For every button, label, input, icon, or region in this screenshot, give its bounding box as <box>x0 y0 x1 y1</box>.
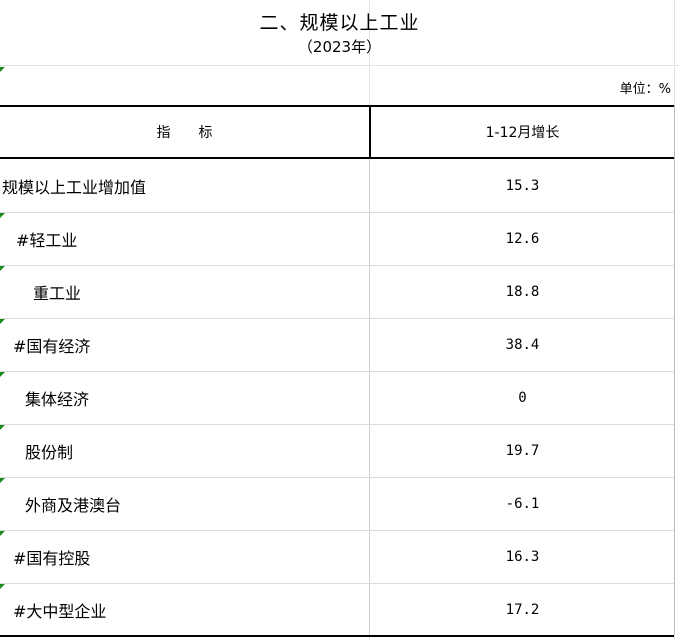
row-value: 15.3 <box>505 177 540 194</box>
row-label: 重工业 <box>33 283 82 303</box>
header-indicator: 指 标 <box>156 124 213 141</box>
row-value: 19.7 <box>505 442 540 459</box>
unit-label: 单位：% <box>619 82 671 97</box>
row-label: 外商及港澳台 <box>25 495 122 515</box>
row-value: 38.4 <box>505 336 540 353</box>
table-row: #大中型企业 17.2 <box>0 583 674 636</box>
row-value: 17.2 <box>505 601 540 618</box>
row-value: 12.6 <box>505 230 540 247</box>
table-row: #国有经济 38.4 <box>0 318 674 371</box>
grid-line <box>0 65 679 66</box>
table-row: 外商及港澳台 -6.1 <box>0 477 674 530</box>
page-subtitle: （2023年） <box>297 38 382 56</box>
table-row: 规模以上工业增加值 15.3 <box>0 159 674 212</box>
table-bottom-rule <box>0 635 674 637</box>
row-label: 集体经济 <box>25 389 90 409</box>
row-label: #大中型企业 <box>13 601 107 621</box>
header-growth: 1-12月增长 <box>485 124 560 141</box>
row-value: 0 <box>518 389 527 406</box>
table-right-edge <box>674 105 675 635</box>
table-body: 规模以上工业增加值 15.3 #轻工业 12.6 重工业 18.8 #国有经济 … <box>0 159 674 637</box>
table-row: 重工业 18.8 <box>0 265 674 318</box>
row-label: #国有控股 <box>13 548 91 568</box>
row-label: 规模以上工业增加值 <box>2 177 147 197</box>
table-row: 股份制 19.7 <box>0 424 674 477</box>
page-title: 二、规模以上工业 <box>259 12 420 34</box>
table-row: #国有控股 16.3 <box>0 530 674 583</box>
row-value: 16.3 <box>505 548 540 565</box>
row-label: #轻工业 <box>16 230 78 250</box>
cell-marker <box>0 67 5 72</box>
row-label: 股份制 <box>25 442 74 462</box>
row-value: 18.8 <box>505 283 540 300</box>
table-row: 集体经济 0 <box>0 371 674 424</box>
row-label: #国有经济 <box>13 336 91 356</box>
row-value: -6.1 <box>505 495 540 512</box>
table-row: #轻工业 12.6 <box>0 212 674 265</box>
data-table: 指 标 1-12月增长 规模以上工业增加值 15.3 #轻工业 12.6 重工业… <box>0 105 675 637</box>
